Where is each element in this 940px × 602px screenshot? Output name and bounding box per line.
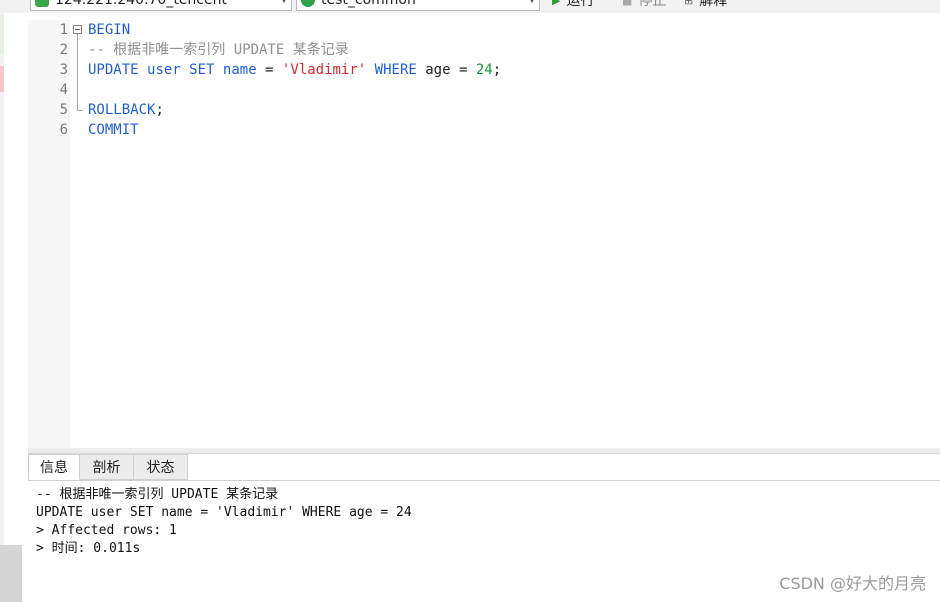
run-label: 运行 xyxy=(566,0,595,9)
tab-info[interactable]: 信息 xyxy=(28,454,80,480)
database-value: test_common xyxy=(321,0,416,8)
line-number: 2 xyxy=(59,42,68,58)
line-number: 4 xyxy=(59,82,68,98)
stop-icon: ■ xyxy=(622,0,633,7)
code-token: ; xyxy=(492,62,502,78)
connection-value: 124.221.240.70_tencent xyxy=(55,0,227,8)
chevron-down-icon: ▼ xyxy=(528,0,536,5)
change-marker xyxy=(0,14,4,54)
explain-label: 解释 xyxy=(699,0,728,9)
line-number: 1 xyxy=(59,22,68,38)
stop-label: 停止 xyxy=(638,0,667,9)
play-icon: ▶ xyxy=(552,0,561,7)
tab-profile[interactable]: 剖析 xyxy=(80,454,134,480)
code-token: ; xyxy=(155,102,164,118)
code-token: age = xyxy=(416,62,476,78)
explain-icon: ⊞ xyxy=(684,0,694,7)
code-line[interactable]: 3 UPDATE user SET name = 'Vladimir' WHERE… xyxy=(28,60,940,80)
message-line: > 时间: 0.011s xyxy=(36,541,141,556)
code-token: -- 根据非唯一索引列 UPDATE 某条记录 xyxy=(88,42,349,58)
code-line[interactable]: 5 ROLLBACK; xyxy=(28,100,940,120)
database-icon xyxy=(301,0,315,7)
stop-button[interactable]: ■ 停止 xyxy=(622,0,666,9)
message-output: -- 根据非唯一索引列 UPDATE 某条记录 UPDATE user SET … xyxy=(36,486,916,558)
code-token: WHERE xyxy=(374,62,417,78)
watermark: CSDN @好大的月亮 xyxy=(779,574,926,593)
code-text: COMMIT xyxy=(88,120,139,140)
code-text: BEGIN xyxy=(88,20,130,40)
tab-status[interactable]: 状态 xyxy=(134,454,188,480)
code-line[interactable]: 1 BEGIN xyxy=(28,20,940,40)
code-line[interactable]: 6 COMMIT xyxy=(28,120,940,140)
code-line[interactable]: 4 xyxy=(28,80,940,100)
code-token: user xyxy=(147,62,181,78)
query-toolbar: 124.221.240.70_tencent ▼ test_common ▼ ▶… xyxy=(0,0,940,13)
code-token: name xyxy=(222,62,257,78)
line-number: 6 xyxy=(59,122,68,138)
run-button[interactable]: ▶ 运行 xyxy=(552,0,594,9)
fold-guide-end xyxy=(77,110,83,111)
message-line: -- 根据非唯一索引列 UPDATE 某条记录 xyxy=(36,487,279,502)
code-token: BEGIN xyxy=(88,22,131,38)
line-number: 5 xyxy=(59,102,68,118)
code-token: UPDATE xyxy=(88,62,139,78)
explain-button[interactable]: ⊞ 解释 xyxy=(684,0,727,9)
code-text: -- 根据非唯一索引列 UPDATE 某条记录 xyxy=(88,40,349,60)
code-token: SET xyxy=(189,62,215,78)
code-token: 'Vladimir' xyxy=(281,62,367,78)
database-select[interactable]: test_common ▼ xyxy=(296,0,540,11)
code-token: 24 xyxy=(475,62,493,78)
code-line[interactable]: 2 -- 根据非唯一索引列 UPDATE 某条记录 xyxy=(28,40,940,60)
code-text: UPDATE user SET name = 'Vladimir' WHERE … xyxy=(88,60,501,80)
code-token: COMMIT xyxy=(88,122,139,138)
code-text: ROLLBACK; xyxy=(88,100,164,120)
fold-guide xyxy=(77,34,78,110)
chevron-down-icon: ▼ xyxy=(280,0,288,5)
line-number: 3 xyxy=(59,62,68,78)
result-tabs: 信息 剖析 状态 xyxy=(28,454,940,481)
sql-editor[interactable]: 1 BEGIN 2 -- 根据非唯一索引列 UPDATE 某条记录 3 UPDATE us… xyxy=(28,20,940,448)
message-line: > Affected rows: 1 xyxy=(36,523,177,538)
left-edge-strip xyxy=(0,0,22,602)
connection-icon xyxy=(35,0,49,7)
fold-toggle-icon[interactable] xyxy=(73,25,82,34)
scrollbar-stub[interactable] xyxy=(0,545,22,602)
error-marker xyxy=(0,66,4,92)
code-token: ROLLBACK xyxy=(88,102,156,118)
message-line: UPDATE user SET name = 'Vladimir' WHERE … xyxy=(36,505,412,520)
code-token: = xyxy=(256,62,282,78)
connection-select[interactable]: 124.221.240.70_tencent ▼ xyxy=(30,0,292,11)
